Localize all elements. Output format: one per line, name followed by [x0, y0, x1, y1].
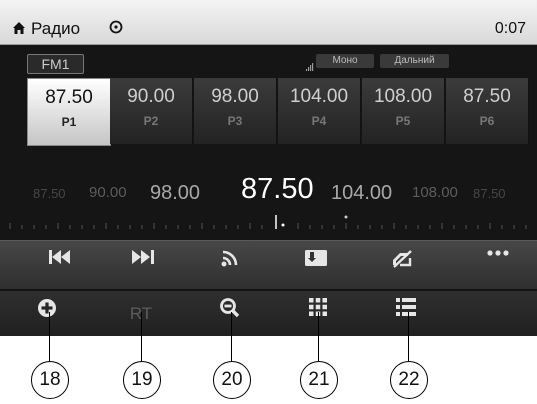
dial-far-frequency: 108.00 [412, 184, 458, 201]
home-icon[interactable] [12, 21, 26, 40]
next-button[interactable] [123, 250, 163, 280]
mono-badge: Моно [316, 54, 374, 68]
zoom-out-icon [220, 298, 240, 318]
preset-frequency: 87.50 [45, 87, 93, 108]
preset-p3[interactable]: 98.00 P3 [194, 78, 277, 144]
dial-near-frequency: 98.00 [150, 182, 201, 204]
clock: 0:07 [494, 20, 526, 37]
preset-label: P5 [395, 114, 411, 128]
add-button[interactable] [27, 298, 67, 328]
list-icon [396, 298, 416, 316]
callout-line [231, 312, 232, 362]
mute-button[interactable] [382, 250, 422, 280]
preset-p4[interactable]: 104.00 P4 [278, 78, 361, 144]
preset-p6[interactable]: 87.50 P6 [446, 78, 529, 144]
scan-button[interactable] [209, 250, 249, 280]
scan-icon [221, 250, 238, 267]
clock-status-icon [109, 20, 123, 39]
memory-card-icon [305, 250, 327, 266]
bottom-toolbar: RT [0, 290, 537, 336]
tuning-dial[interactable]: 87.50 90.00 98.00 87.50 104.00 108.00 87… [0, 158, 537, 238]
status-bar: Радио 0:07 [0, 0, 537, 45]
dial-scale [9, 215, 527, 229]
preset-frequency: 87.50 [463, 86, 511, 107]
more-icon [487, 250, 509, 256]
preset-p2[interactable]: 90.00 P2 [110, 78, 193, 144]
dial-far-frequency: 87.50 [473, 186, 506, 201]
preset-frequency: 104.00 [289, 86, 349, 107]
callout-line [318, 312, 319, 362]
next-icon [132, 250, 154, 264]
preset-frequency: 90.00 [127, 86, 175, 107]
dial-far-frequency: 90.00 [89, 184, 127, 201]
add-icon [38, 299, 56, 317]
more-button[interactable] [478, 250, 518, 280]
range-badge: Дальний [380, 54, 449, 68]
preset-row: 87.50 P1 90.00 P2 98.00 P3 104.00 P4 108… [27, 78, 537, 146]
callout-18: 18 [31, 361, 69, 399]
app-title: Радио [31, 19, 81, 38]
callout-21: 21 [300, 361, 338, 399]
zoom-out-button[interactable] [210, 298, 250, 328]
preset-p1[interactable]: 87.50 P1 [27, 78, 111, 146]
preset-frequency: 98.00 [211, 86, 259, 107]
previous-button[interactable] [40, 250, 80, 280]
dial-near-frequency: 104.00 [331, 182, 393, 204]
callout-line [408, 312, 409, 362]
preset-label: P2 [143, 114, 159, 128]
callout-20: 20 [213, 361, 251, 399]
dial-far-frequency: 87.50 [33, 186, 66, 201]
preset-p5[interactable]: 108.00 P5 [362, 78, 445, 144]
band-badge[interactable]: FM1 [27, 54, 84, 74]
callout-22: 22 [390, 361, 428, 399]
preset-label: P3 [227, 114, 243, 128]
callout-19: 19 [123, 361, 161, 399]
dial-current-frequency: 87.50 [241, 173, 314, 205]
memory-button[interactable] [296, 250, 336, 280]
callout-line [141, 312, 142, 362]
list-button[interactable] [386, 298, 426, 328]
preset-label: P1 [61, 115, 77, 129]
preset-frequency: 108.00 [373, 86, 433, 107]
mute-icon [393, 250, 412, 268]
callout-line [49, 312, 50, 362]
signal-strength-icon [306, 58, 314, 76]
previous-icon [49, 250, 70, 264]
preset-label: P6 [479, 114, 495, 128]
playback-controls [0, 240, 537, 289]
preset-label: P4 [311, 114, 327, 128]
